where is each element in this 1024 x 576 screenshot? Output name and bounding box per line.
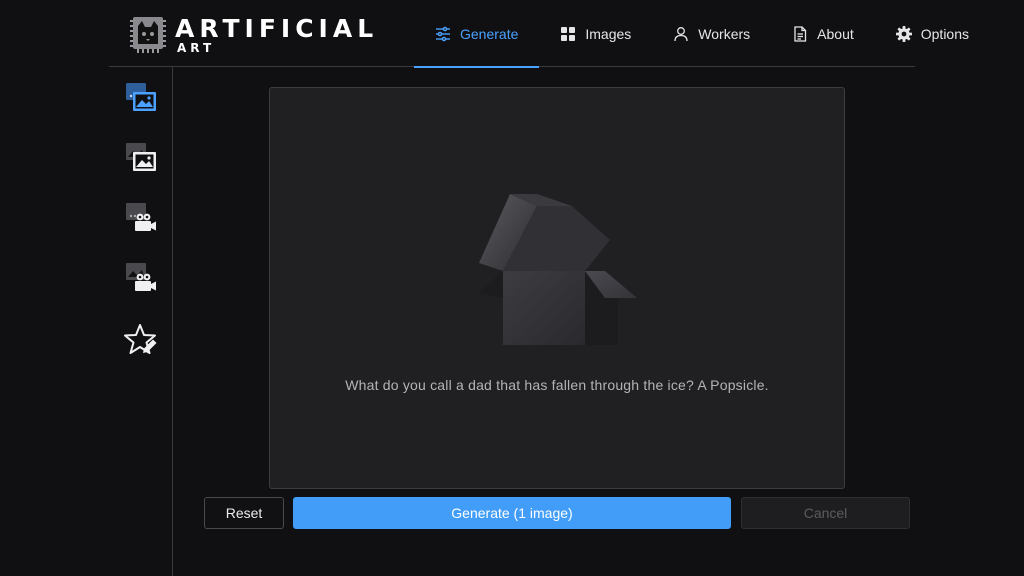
placeholder-joke-text: What do you call a dad that has fallen t…	[345, 377, 769, 393]
tab-images[interactable]: Images	[539, 0, 652, 67]
app-logo[interactable]: ARTIFICIAL ART	[128, 14, 378, 56]
sidebar-item-favorites[interactable]	[123, 322, 159, 358]
user-icon	[673, 26, 689, 42]
image-preview-panel: What do you call a dad that has fallen t…	[269, 87, 845, 489]
top-header: ARTIFICIAL ART Generate Images Workers A…	[109, 0, 969, 68]
tab-images-label: Images	[585, 25, 632, 42]
logo-title: ARTIFICIAL	[175, 14, 379, 43]
generate-button[interactable]: Generate (1 image)	[293, 497, 731, 529]
star-edit-icon	[124, 324, 157, 354]
tab-about[interactable]: About	[771, 0, 875, 67]
cancel-button[interactable]: Cancel	[741, 497, 910, 529]
reset-button[interactable]: Reset	[204, 497, 284, 529]
main-nav: Generate Images Workers About Options	[414, 0, 990, 68]
tab-generate-label: Generate	[460, 25, 519, 42]
text-to-image-icon	[126, 83, 156, 111]
tab-generate[interactable]: Generate	[414, 0, 540, 68]
grid-icon	[560, 26, 576, 42]
logo-subtitle: ART	[177, 41, 216, 55]
document-icon	[792, 25, 808, 42]
sidebar-item-image-to-image[interactable]	[123, 142, 159, 178]
tab-workers[interactable]: Workers	[652, 0, 771, 67]
image-to-image-icon	[126, 143, 156, 171]
sidebar-item-text-to-video[interactable]	[123, 202, 159, 238]
tab-about-label: About	[817, 25, 854, 42]
tab-options-label: Options	[920, 25, 969, 42]
tab-workers-label: Workers	[698, 25, 751, 42]
sliders-icon	[435, 26, 451, 42]
empty-box-icon	[479, 194, 637, 345]
sidebar-item-text-to-image[interactable]	[123, 82, 159, 118]
cat-chip-logo-icon	[130, 17, 166, 53]
gear-icon	[895, 25, 912, 42]
sidebar-divider	[172, 67, 173, 576]
tab-options[interactable]: Options	[875, 0, 990, 67]
sidebar-item-image-to-video[interactable]	[123, 262, 159, 298]
text-to-video-icon	[126, 203, 156, 231]
image-to-video-icon	[126, 263, 156, 291]
